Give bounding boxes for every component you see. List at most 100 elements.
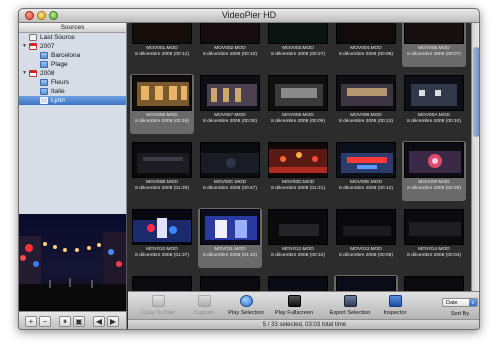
clip-thumbnail[interactable]	[268, 142, 328, 178]
clip-thumbnail[interactable]	[404, 23, 464, 44]
clip-thumbnail[interactable]	[336, 75, 396, 111]
clip-cell[interactable]: MOV00F.MOD 8 décembre 2008 (00:29)	[402, 141, 466, 201]
sources-header: Sources	[19, 23, 126, 33]
clip-cell[interactable]: MOV009.MOD 8 décembre 2008 (00:13)	[334, 74, 398, 134]
sidebar-item-fleurs[interactable]: Fleurs	[19, 78, 126, 87]
clip-cell[interactable]: MOV00B.MOD 8 décembre 2008 (01:29)	[130, 141, 194, 201]
sidebar-item-label: Italie	[51, 88, 65, 95]
clip-thumbnail[interactable]	[132, 23, 192, 44]
thumbnail-image	[337, 143, 395, 177]
next-button[interactable]: ▶	[107, 316, 119, 327]
clip-thumbnail[interactable]	[404, 75, 464, 111]
play-icon	[240, 295, 253, 307]
thumbnail-image	[133, 210, 191, 244]
clip-cell[interactable]: MOV00E.MOD 8 décembre 2008 (00:12)	[334, 141, 398, 201]
clip-cell[interactable]: MOV013.MOD 8 décembre 2008 (00:09)	[334, 208, 398, 268]
clip-grid[interactable]: MOV001.MOD 8 décembre 2008 (00:12) MOV002.…	[128, 23, 471, 291]
video-preview[interactable]	[19, 214, 127, 311]
clip-thumbnail[interactable]	[200, 209, 260, 245]
status-bar: 5 / 33 selected, 03:03 total time	[128, 319, 479, 329]
export-selection-button[interactable]: Export Selection	[322, 292, 378, 320]
clip-cell[interactable]	[266, 275, 330, 291]
clip-cell[interactable]: MOV005.MOD 8 décembre 2008 (00:07)	[402, 23, 466, 67]
clip-cell[interactable]: MOV007.MOD 8 décembre 2008 (00:30)	[198, 74, 262, 134]
play-selection-label: Play Selection	[228, 310, 264, 316]
sidebar-item-label: 2008	[40, 70, 55, 77]
clip-cell[interactable]: MOV008.MOD 8 décembre 2008 (00:09)	[266, 74, 330, 134]
sidebar-item-last-source[interactable]: Last Source	[19, 33, 126, 42]
clip-cell[interactable]	[130, 275, 194, 291]
title-bar[interactable]: VideoPier HD	[19, 9, 479, 23]
clip-cell[interactable]	[402, 275, 466, 291]
clip-thumbnail[interactable]	[404, 142, 464, 178]
copy-to-disk-button[interactable]: Copy To Disk	[136, 292, 180, 320]
clip-cell[interactable]: MOV00D.MOD 8 décembre 2008 (01:21)	[266, 141, 330, 201]
clip-thumbnail[interactable]	[268, 276, 328, 291]
add-source-button[interactable]: +	[25, 316, 37, 327]
sidebar-item-barcelona[interactable]: Barcelona	[19, 51, 126, 60]
disk-icon	[152, 295, 165, 307]
clip-thumbnail[interactable]	[336, 142, 396, 178]
sidebar-bottom-bar: + − ⏸ ▣ ◀ ▶	[19, 311, 127, 329]
clip-cell[interactable]: MOV002.MOD 8 décembre 2008 (00:10)	[198, 23, 262, 67]
disclosure-triangle-icon[interactable]: ▼	[22, 69, 27, 78]
remove-source-button[interactable]: −	[39, 316, 51, 327]
clip-cell[interactable]: MOV011.MOD 8 décembre 2008 (01:10)	[198, 208, 262, 268]
inspector-button[interactable]: Inspector	[378, 292, 412, 320]
thumbnail-image	[337, 76, 395, 110]
clip-cell[interactable]	[334, 275, 398, 291]
fullscreen-icon	[288, 295, 301, 307]
clip-cell[interactable]: MOV00A.MOD 8 décembre 2008 (00:10)	[402, 74, 466, 134]
pause-button[interactable]: ⏸	[59, 316, 71, 327]
sort-value: Date	[446, 300, 458, 306]
clip-thumbnail[interactable]	[268, 75, 328, 111]
play-fullscreen-button[interactable]: Play Fullscreen	[270, 292, 318, 320]
folder-icon	[40, 97, 48, 104]
clip-thumbnail[interactable]	[336, 209, 396, 245]
previous-button[interactable]: ◀	[93, 316, 105, 327]
grid-scrollbar[interactable]	[471, 23, 479, 291]
play-selection-button[interactable]: Play Selection	[224, 292, 268, 320]
calendar-icon	[29, 43, 37, 50]
clip-date: 8 décembre 2008 (00:10)	[203, 52, 257, 57]
capture-button[interactable]: Capture	[184, 292, 224, 320]
sidebar-item-italie[interactable]: Italie	[19, 87, 126, 96]
clip-cell[interactable]: MOV001.MOD 8 décembre 2008 (00:12)	[130, 23, 194, 67]
disclosure-triangle-icon[interactable]: ▼	[22, 42, 27, 51]
thumbnail-image	[405, 210, 463, 244]
clip-cell[interactable]: MOV012.MOD 8 décembre 2008 (00:10)	[266, 208, 330, 268]
clip-cell[interactable]: MOV006.MOD 8 décembre 2008 (00:18)	[130, 74, 194, 134]
clip-thumbnail[interactable]	[132, 276, 192, 291]
clip-thumbnail[interactable]	[132, 75, 192, 111]
sort-dropdown[interactable]: Date ⇕	[442, 298, 478, 307]
clip-thumbnail[interactable]	[200, 23, 260, 44]
sidebar-item-plage[interactable]: Plage	[19, 60, 126, 69]
clip-cell[interactable]: MOV004.MOD 8 décembre 2008 (00:09)	[334, 23, 398, 67]
clip-date: 8 décembre 2008 (00:27)	[271, 52, 325, 57]
sidebar-item-2007[interactable]: ▼ 2007	[19, 42, 126, 51]
clip-thumbnail[interactable]	[404, 209, 464, 245]
sidebar-item-2008[interactable]: ▼ 2008	[19, 69, 126, 78]
clip-thumbnail[interactable]	[132, 209, 192, 245]
clip-cell[interactable]: MOV014.MOD 8 décembre 2008 (00:04)	[402, 208, 466, 268]
clip-thumbnail[interactable]	[200, 142, 260, 178]
clip-thumbnail[interactable]	[268, 209, 328, 245]
sidebar-item-label: Barcelona	[51, 52, 81, 59]
clip-cell[interactable]: MOV003.MOD 8 décembre 2008 (00:27)	[266, 23, 330, 67]
clip-cell[interactable]: MOV010.MOD 8 décembre 2008 (01:37)	[130, 208, 194, 268]
clip-cell[interactable]: MOV00C.MOD 8 décembre 2008 (00:47)	[198, 141, 262, 201]
clip-thumbnail[interactable]	[200, 276, 260, 291]
clip-thumbnail[interactable]	[200, 75, 260, 111]
clip-date: 8 décembre 2008 (00:18)	[135, 119, 189, 124]
scrollbar-thumb[interactable]	[473, 47, 479, 137]
clip-thumbnail[interactable]	[268, 23, 328, 44]
clip-thumbnail[interactable]	[132, 142, 192, 178]
clip-cell[interactable]	[198, 275, 262, 291]
clip-thumbnail[interactable]	[336, 23, 396, 44]
sidebar-item-lyon[interactable]: Lyon	[19, 96, 126, 105]
clip-thumbnail[interactable]	[336, 276, 396, 291]
folder-icon	[40, 88, 48, 95]
stop-button[interactable]: ▣	[73, 316, 85, 327]
capture-label: Capture	[194, 310, 214, 316]
clip-thumbnail[interactable]	[404, 276, 464, 291]
